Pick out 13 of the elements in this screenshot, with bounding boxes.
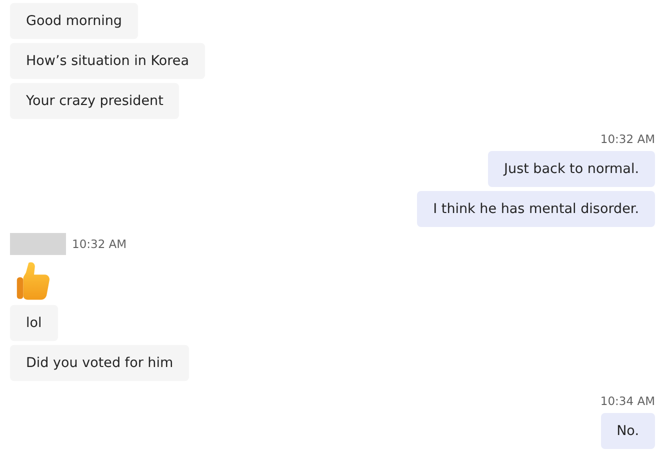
- message-bubble: Did you voted for him: [10, 345, 190, 381]
- timestamp: 10:32 AM: [72, 236, 127, 252]
- timestamp: 10:34 AM: [600, 393, 655, 409]
- message-bubble: I think he has mental disorder.: [417, 191, 655, 227]
- thumbs-up-icon: [16, 259, 52, 301]
- message-bubble: How’s situation in Korea: [10, 43, 205, 79]
- message-bubble: Good morning: [10, 3, 138, 39]
- timestamp: 10:32 AM: [600, 131, 655, 147]
- message-bubble: Your crazy president: [10, 83, 180, 119]
- message-bubble: Just back to normal.: [488, 151, 655, 187]
- message-bubble: lol: [10, 305, 58, 341]
- message-bubble: No.: [600, 413, 655, 449]
- redacted-name: [10, 233, 66, 255]
